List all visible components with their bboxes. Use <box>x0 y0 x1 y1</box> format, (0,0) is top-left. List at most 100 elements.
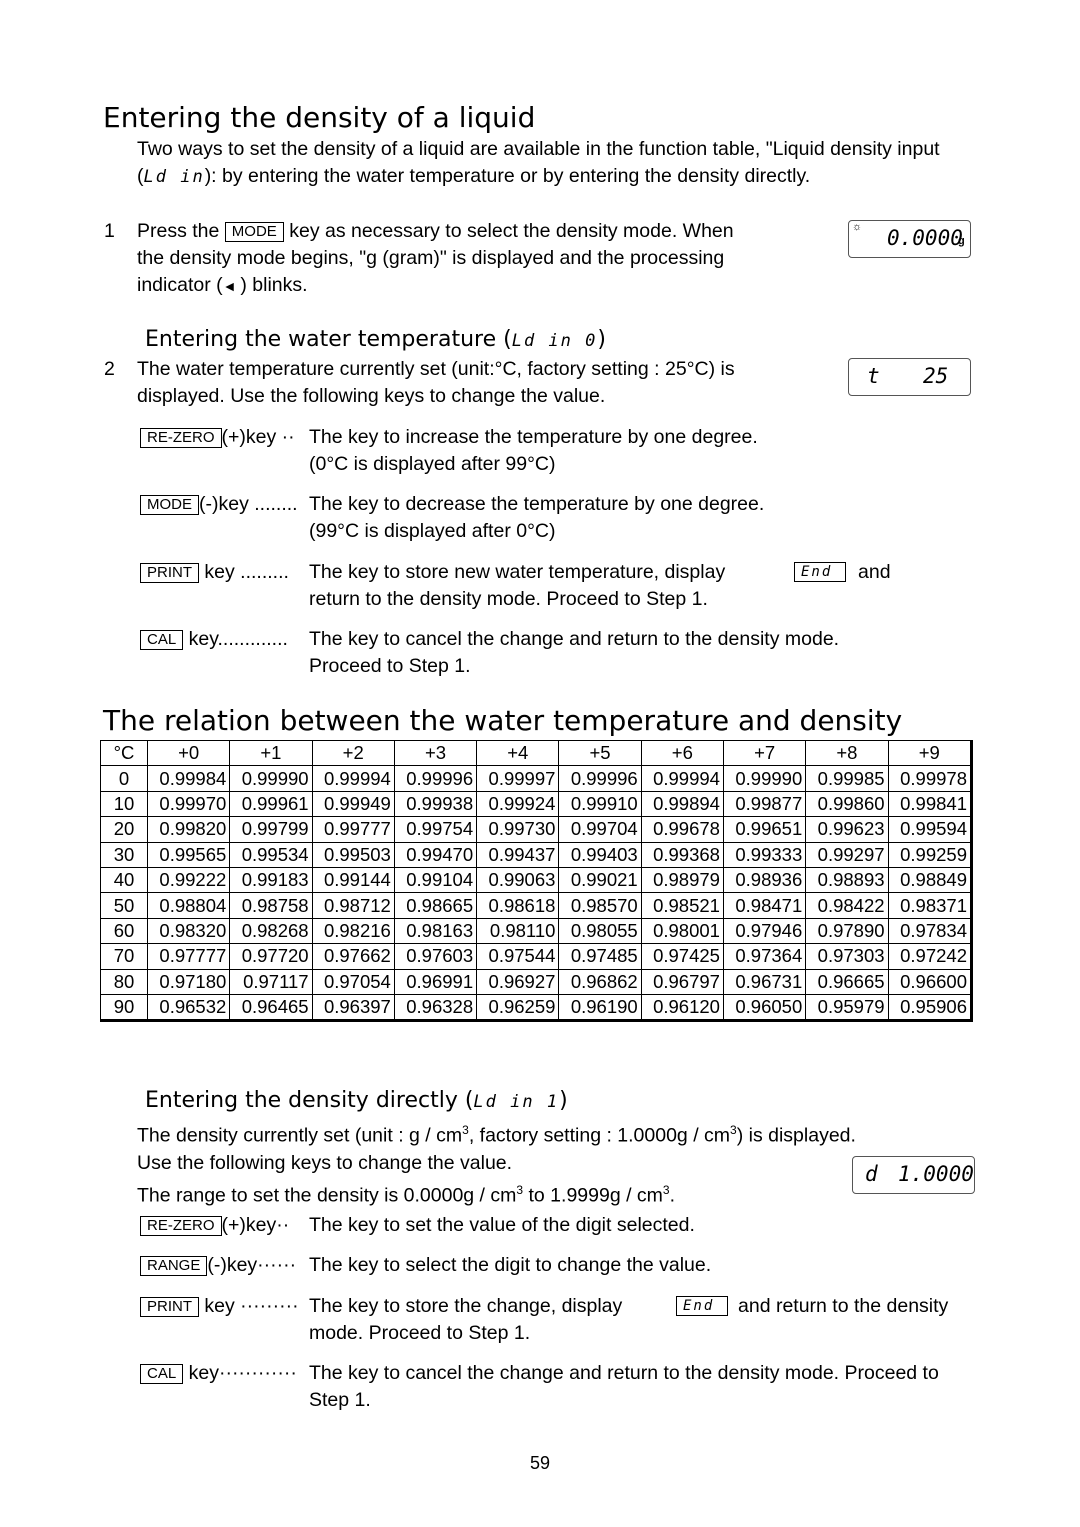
subsection-title: Entering the density directly (Ld in 1) <box>145 1088 568 1113</box>
text: The range to set the density is 0.0000g … <box>137 1184 517 1206</box>
cal-key: CAL <box>140 1364 184 1384</box>
table-cell: 0.99104 <box>393 866 478 894</box>
table-cell: 0.96465 <box>229 993 313 1022</box>
table-cell: 0.98521 <box>640 892 724 919</box>
table-cell: 0.98849 <box>887 866 973 894</box>
table-cell: 0.96797 <box>640 968 724 995</box>
column-header: +4 <box>476 739 560 767</box>
table-row: 60 0.98320 0.98268 0.98216 0.98163 0.98110 0.9… <box>100 917 973 945</box>
table-cell: 0.99877 <box>722 790 807 818</box>
key-desc-rezero: RE-ZERO (+)key·· The key to set the value… <box>140 1212 980 1239</box>
table-cell: 0.99222 <box>146 866 231 894</box>
text: Step 1. <box>309 1389 371 1411</box>
column-header: +1 <box>229 739 313 767</box>
table-cell: 0.96328 <box>393 993 478 1022</box>
table-cell: 0.99623 <box>805 816 889 843</box>
text: to 1.9999g / cm <box>523 1184 663 1206</box>
text: key as necessary to select the density m… <box>289 220 734 242</box>
table-cell: 0.99368 <box>640 841 724 868</box>
text: and <box>858 561 891 583</box>
table-cell: 0.97662 <box>311 943 395 970</box>
row-header: 10 <box>100 790 148 818</box>
subsection-title: Entering the water temperature (Ld in 0) <box>145 327 606 352</box>
table-cell: 0.99799 <box>229 816 313 843</box>
table-cell: 0.99565 <box>146 841 231 868</box>
text: (+)key·· <box>221 1214 290 1236</box>
table-cell: 0.98936 <box>722 866 807 894</box>
table-cell: 0.99333 <box>722 841 807 868</box>
table-cell: 0.95979 <box>805 993 889 1022</box>
table-cell: 0.99777 <box>311 816 395 843</box>
table-cell: 0.97890 <box>805 917 889 945</box>
range-key: RANGE <box>140 1256 208 1276</box>
row-header: 40 <box>100 866 148 894</box>
table-row: 40 0.99222 0.99183 0.99144 0.99104 0.99063 0.9… <box>100 866 973 894</box>
text: the density mode begins, "g (gram)" is d… <box>137 247 725 269</box>
column-header: +9 <box>887 739 973 767</box>
table-cell: 0.99996 <box>393 765 478 792</box>
lcd-display-temperature: t 25 <box>848 358 971 396</box>
column-header: +3 <box>393 739 478 767</box>
table-cell: 0.99678 <box>640 816 724 843</box>
display-value: 0.0000 <box>887 226 963 250</box>
intro-text: Two ways to set the density of a liquid … <box>137 136 940 191</box>
text: (-)key ........ <box>199 493 298 515</box>
table-cell: 0.98055 <box>558 917 642 945</box>
text: key ......... <box>199 561 289 583</box>
table-row: 20 0.99820 0.99799 0.99777 0.99754 0.99730 0.9… <box>100 816 973 843</box>
table-cell: 0.96190 <box>558 993 642 1022</box>
sup: 3 <box>462 1123 469 1137</box>
key-desc-range: RANGE (-)key······ The key to select the … <box>140 1252 980 1279</box>
text: key ········· <box>199 1295 299 1317</box>
table-cell: 0.98268 <box>229 917 313 945</box>
display-value: 25 <box>923 364 949 388</box>
density-direct-text: The density currently set (unit : g / cm… <box>137 1117 856 1209</box>
section-title: Entering the density of a liquid <box>103 101 536 134</box>
table-cell: 0.96397 <box>311 993 395 1022</box>
text: . <box>669 1184 676 1206</box>
table-cell: 0.97946 <box>722 917 807 945</box>
text: The key to cancel the change and return … <box>309 628 840 650</box>
segment-code: Ld in 0 <box>511 331 598 351</box>
table-cell: 0.97544 <box>476 943 560 970</box>
step-number: 2 <box>104 358 115 380</box>
table-cell: 0.99938 <box>393 790 478 818</box>
row-header: 50 <box>100 892 148 919</box>
table-cell: 0.99949 <box>311 790 395 818</box>
table-cell: 0.99594 <box>887 816 973 843</box>
lcd-display-density: d 1.0000 <box>852 1156 975 1194</box>
table-row: 70 0.97777 0.97720 0.97662 0.97603 0.97544 0.9… <box>100 943 973 970</box>
row-header: 60 <box>100 917 148 945</box>
manual-page: Entering the density of a liquid Two way… <box>0 0 1080 1527</box>
step-number: 1 <box>104 220 115 242</box>
table-cell: 0.98570 <box>558 892 642 919</box>
text: (0°C is displayed after 99°C) <box>309 453 556 475</box>
table-cell: 0.98371 <box>887 892 973 919</box>
text: and return to the density <box>738 1295 949 1317</box>
print-key: PRINT <box>140 563 199 583</box>
text: The density currently set (unit : g / cm <box>137 1124 463 1147</box>
table-cell: 0.98893 <box>805 866 889 894</box>
table-cell: 0.97425 <box>640 943 724 970</box>
table-row: 0 0.99984 0.99990 0.99994 0.99996 0.99997 0.99… <box>100 765 973 792</box>
table-cell: 0.96532 <box>146 993 231 1022</box>
end-display: End <box>676 1296 728 1316</box>
table-cell: 0.96600 <box>887 968 973 995</box>
column-header: +2 <box>311 739 395 767</box>
table-row: 90 0.96532 0.96465 0.96397 0.96328 0.96259 0.9… <box>100 993 973 1022</box>
text: key............. <box>183 628 288 650</box>
key-desc-print: PRINT key ········· The key to store the… <box>140 1293 980 1344</box>
table-cell: 0.98758 <box>229 892 313 919</box>
step1-text: Press the MODE key as necessary to selec… <box>137 218 783 300</box>
table-row: 10 0.99970 0.99961 0.99949 0.99938 0.99924 0.9… <box>100 790 973 818</box>
table-cell: 0.99651 <box>722 816 807 843</box>
table-cell: 0.99924 <box>476 790 560 818</box>
table-cell: 0.99970 <box>146 790 231 818</box>
processing-indicator-icon: ◄ <box>222 278 241 294</box>
end-display: End <box>794 562 846 582</box>
table-cell: 0.99894 <box>640 790 724 818</box>
water-density-table: °C +0 +1 +2 +3 +4 +5 +6 +7 +8 +9 0 0.99984 0.99990 0.9… <box>100 739 973 1023</box>
text: ) blinks. <box>240 274 308 296</box>
row-header: 30 <box>100 841 148 868</box>
rezero-key: RE-ZERO <box>140 428 222 448</box>
